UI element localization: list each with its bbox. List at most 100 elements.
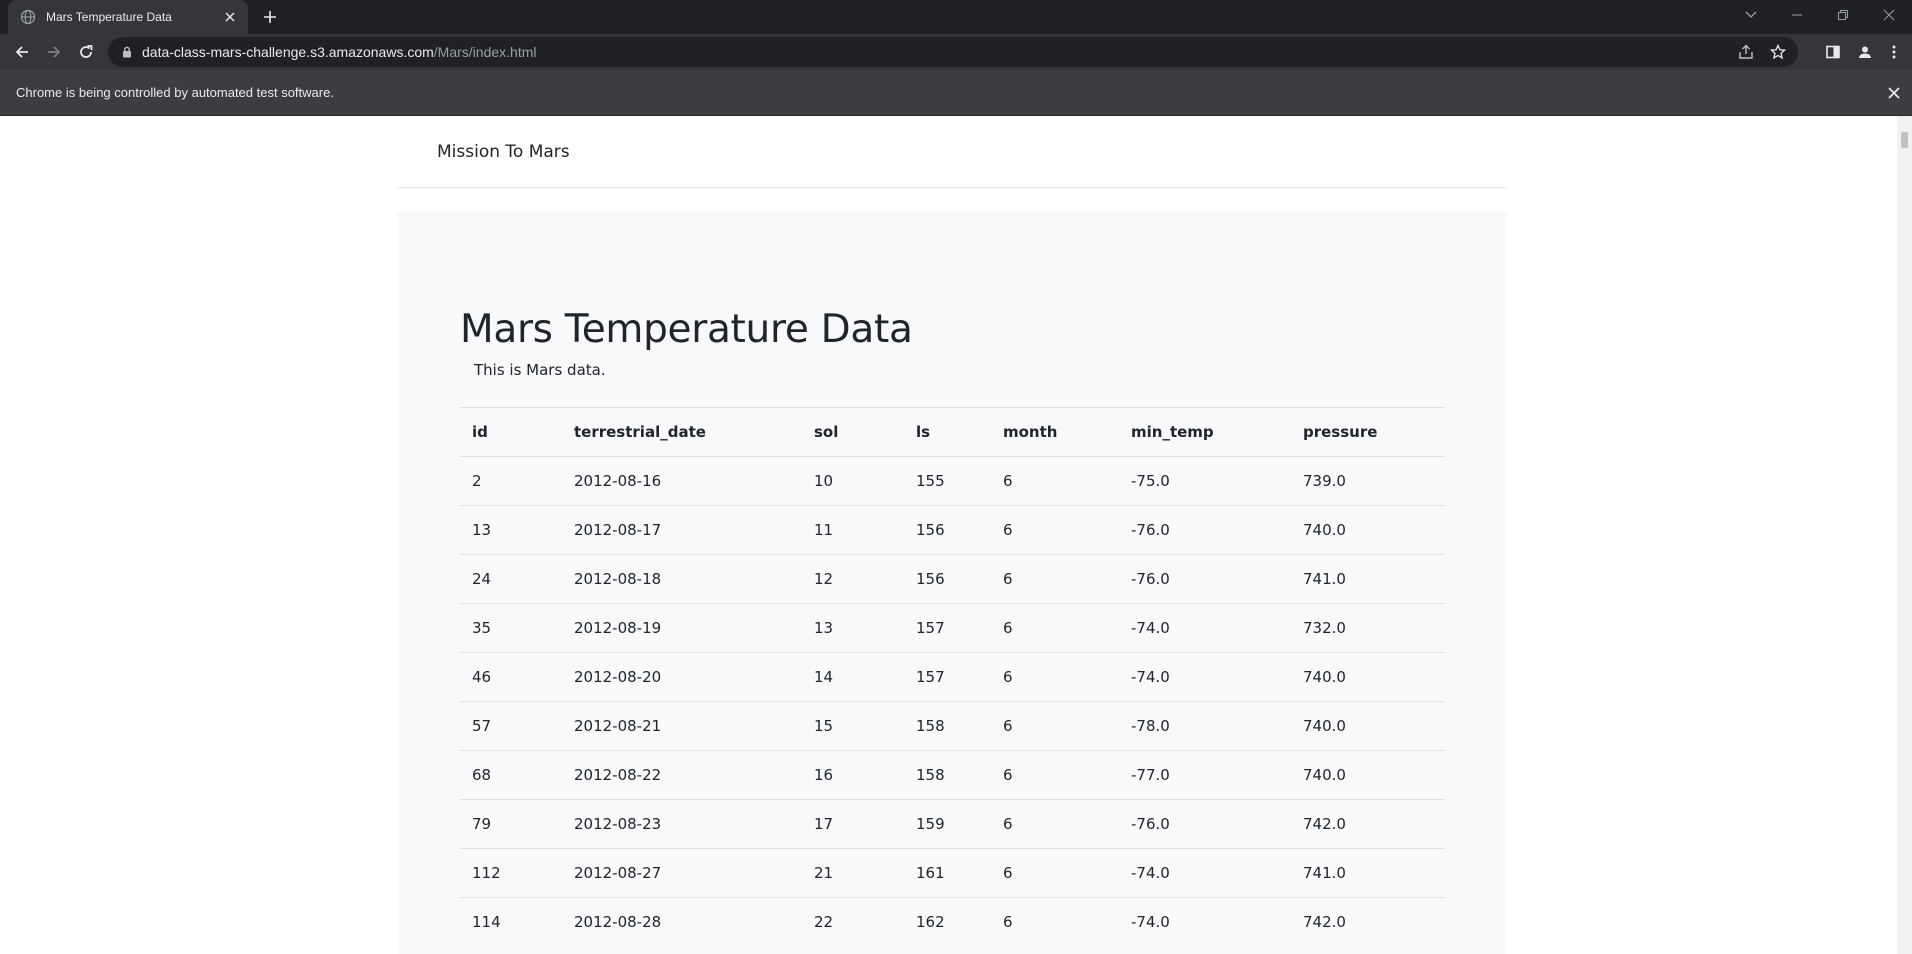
table-row: 57 2012-08-21 15 158 6 -78.0 740.0 xyxy=(460,701,1445,751)
profile-icon[interactable] xyxy=(1851,38,1879,66)
plus-icon[interactable] xyxy=(258,7,282,27)
table-cell-month: 6 xyxy=(991,456,1119,506)
table-cell-pressure: 742.0 xyxy=(1291,799,1445,849)
table-cell-terrestrial-date: 2012-08-27 xyxy=(562,848,802,898)
browser-toolbar: data-class-mars-challenge.s3.amazonaws.c… xyxy=(0,34,1912,70)
table-cell-pressure: 740.0 xyxy=(1291,505,1445,555)
table-cell-id: 68 xyxy=(460,750,562,800)
table-cell-terrestrial-date: 2012-08-16 xyxy=(562,456,802,506)
globe-icon xyxy=(20,9,36,25)
table-cell-terrestrial-date: 2012-08-20 xyxy=(562,652,802,702)
column-header-month: month xyxy=(991,407,1119,457)
table-cell-ls: 157 xyxy=(904,603,991,653)
vertical-scrollbar[interactable] xyxy=(1897,116,1912,954)
tab-strip: Mars Temperature Data xyxy=(0,0,1912,34)
table-cell-ls: 156 xyxy=(904,505,991,555)
table-cell-id: 2 xyxy=(460,456,562,506)
window-controls xyxy=(1728,0,1912,30)
mars-data-table: id terrestrial_date sol ls month min_tem… xyxy=(460,407,1445,947)
infobar-message: Chrome is being controlled by automated … xyxy=(16,85,334,100)
table-cell-ls: 161 xyxy=(904,848,991,898)
table-cell-sol: 14 xyxy=(802,652,904,702)
table-cell-pressure: 741.0 xyxy=(1291,848,1445,898)
table-cell-id: 114 xyxy=(460,897,562,947)
table-cell-sol: 12 xyxy=(802,554,904,604)
table-cell-pressure: 741.0 xyxy=(1291,554,1445,604)
arrow-left-icon[interactable] xyxy=(8,38,36,66)
table-cell-sol: 10 xyxy=(802,456,904,506)
navbar: Mission To Mars xyxy=(397,116,1507,188)
reload-icon[interactable] xyxy=(72,38,100,66)
kebab-menu-icon[interactable] xyxy=(1880,38,1908,66)
table-cell-sol: 17 xyxy=(802,799,904,849)
table-cell-min-temp: -77.0 xyxy=(1119,750,1291,800)
table-cell-month: 6 xyxy=(991,848,1119,898)
table-cell-min-temp: -76.0 xyxy=(1119,554,1291,604)
scrollbar-thumb[interactable] xyxy=(1901,132,1908,148)
table-cell-terrestrial-date: 2012-08-28 xyxy=(562,897,802,947)
table-cell-ls: 158 xyxy=(904,701,991,751)
share-icon[interactable] xyxy=(1730,37,1762,67)
table-cell-min-temp: -74.0 xyxy=(1119,848,1291,898)
table-row: 2 2012-08-16 10 155 6 -75.0 739.0 xyxy=(460,456,1445,506)
table-cell-terrestrial-date: 2012-08-17 xyxy=(562,505,802,555)
table-body: 2 2012-08-16 10 155 6 -75.0 739.0 13 2012-08-17 1… xyxy=(460,456,1445,947)
table-row: 68 2012-08-22 16 158 6 -77.0 740.0 xyxy=(460,750,1445,800)
column-header-ls: ls xyxy=(904,407,991,457)
table-cell-month: 6 xyxy=(991,799,1119,849)
table-cell-sol: 16 xyxy=(802,750,904,800)
table-cell-min-temp: -76.0 xyxy=(1119,799,1291,849)
column-header-min-temp: min_temp xyxy=(1119,407,1291,457)
table-cell-ls: 162 xyxy=(904,897,991,947)
table-cell-min-temp: -76.0 xyxy=(1119,505,1291,555)
table-cell-id: 57 xyxy=(460,701,562,751)
table-header-row: id terrestrial_date sol ls month min_tem… xyxy=(460,407,1445,457)
table-cell-terrestrial-date: 2012-08-19 xyxy=(562,603,802,653)
table-cell-min-temp: -74.0 xyxy=(1119,603,1291,653)
table-row: 79 2012-08-23 17 159 6 -76.0 742.0 xyxy=(460,799,1445,849)
table-cell-min-temp: -74.0 xyxy=(1119,897,1291,947)
table-cell-month: 6 xyxy=(991,897,1119,947)
table-cell-pressure: 739.0 xyxy=(1291,456,1445,506)
table-cell-sol: 22 xyxy=(802,897,904,947)
table-cell-ls: 155 xyxy=(904,456,991,506)
table-cell-pressure: 742.0 xyxy=(1291,897,1445,947)
table-cell-id: 112 xyxy=(460,848,562,898)
lock-icon[interactable] xyxy=(120,45,134,59)
table-cell-sol: 11 xyxy=(802,505,904,555)
side-panel-icon[interactable] xyxy=(1819,38,1847,66)
tab-title: Mars Temperature Data xyxy=(46,10,172,24)
table-cell-month: 6 xyxy=(991,750,1119,800)
table-cell-id: 35 xyxy=(460,603,562,653)
tab-search-icon[interactable] xyxy=(1728,0,1774,30)
table-cell-pressure: 740.0 xyxy=(1291,652,1445,702)
arrow-right-icon[interactable] xyxy=(40,38,68,66)
table-cell-month: 6 xyxy=(991,652,1119,702)
table-cell-ls: 158 xyxy=(904,750,991,800)
table-row: 24 2012-08-18 12 156 6 -76.0 741.0 xyxy=(460,554,1445,604)
browser-tab[interactable]: Mars Temperature Data xyxy=(8,0,248,34)
address-bar[interactable]: data-class-mars-challenge.s3.amazonaws.c… xyxy=(108,37,1798,67)
close-icon[interactable] xyxy=(222,9,238,25)
table-cell-sol: 13 xyxy=(802,603,904,653)
column-header-id: id xyxy=(460,407,562,457)
table-cell-min-temp: -74.0 xyxy=(1119,652,1291,702)
minimize-icon[interactable] xyxy=(1774,0,1820,30)
star-icon[interactable] xyxy=(1762,37,1794,67)
close-window-icon[interactable] xyxy=(1866,0,1912,30)
table-cell-terrestrial-date: 2012-08-18 xyxy=(562,554,802,604)
restore-icon[interactable] xyxy=(1820,0,1866,30)
navbar-brand[interactable]: Mission To Mars xyxy=(437,142,570,162)
column-header-pressure: pressure xyxy=(1291,407,1445,457)
page-viewport: Mission To Mars Mars Temperature Data Th… xyxy=(0,116,1912,954)
table-cell-ls: 156 xyxy=(904,554,991,604)
table-row: 114 2012-08-28 22 162 6 -74.0 742.0 xyxy=(460,897,1445,947)
column-header-terrestrial-date: terrestrial_date xyxy=(562,407,802,457)
table-cell-ls: 159 xyxy=(904,799,991,849)
table-row: 13 2012-08-17 11 156 6 -76.0 740.0 xyxy=(460,505,1445,555)
url-path: /Mars/index.html xyxy=(433,44,537,60)
url-host: data-class-mars-challenge.s3.amazonaws.c… xyxy=(142,44,434,60)
address-bar-actions xyxy=(1730,37,1794,67)
table-row: 46 2012-08-20 14 157 6 -74.0 740.0 xyxy=(460,652,1445,702)
close-icon[interactable] xyxy=(1884,83,1904,103)
